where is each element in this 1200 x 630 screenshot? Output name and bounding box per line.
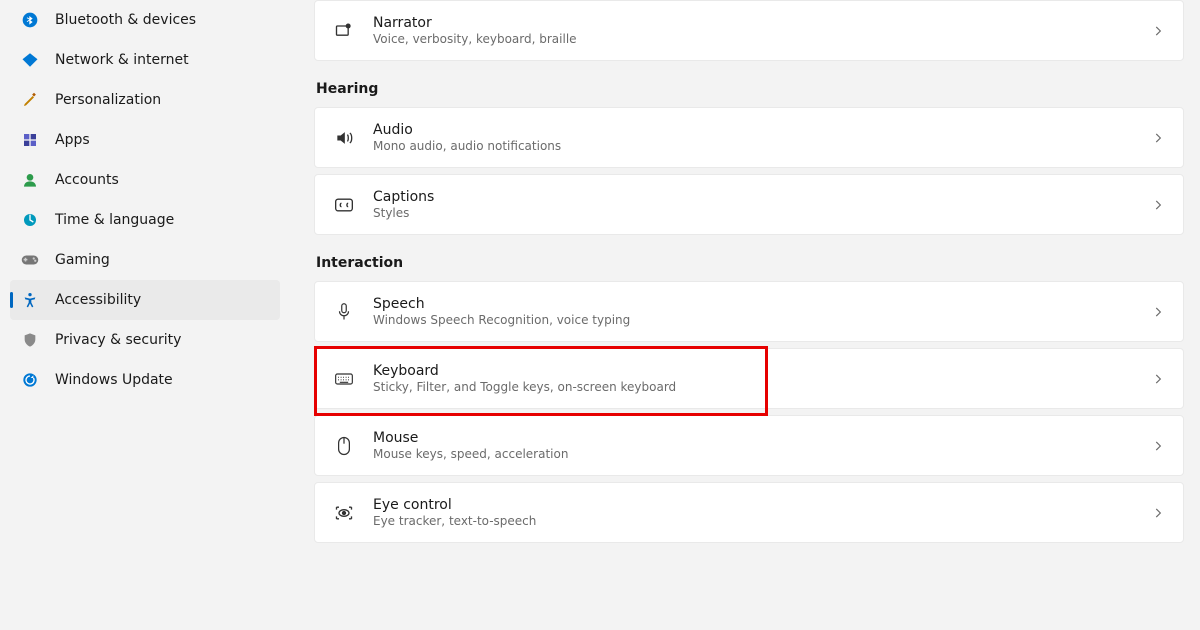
card-title: Speech	[373, 296, 1151, 312]
shield-icon	[20, 330, 40, 350]
card-text: Keyboard Sticky, Filter, and Toggle keys…	[373, 363, 1151, 394]
settings-item-eye-control[interactable]: Eye control Eye tracker, text-to-speech	[314, 482, 1184, 543]
sidebar-item-label: Accessibility	[55, 292, 141, 308]
card-text: Eye control Eye tracker, text-to-speech	[373, 497, 1151, 528]
sidebar-item-label: Bluetooth & devices	[55, 12, 196, 28]
bluetooth-icon	[20, 10, 40, 30]
sidebar: Bluetooth & devices Network & internet P…	[0, 0, 290, 630]
card-text: Narrator Voice, verbosity, keyboard, bra…	[373, 15, 1151, 46]
apps-icon	[20, 130, 40, 150]
person-icon	[20, 170, 40, 190]
card-subtitle: Windows Speech Recognition, voice typing	[373, 313, 1151, 327]
section-header-interaction: Interaction	[316, 255, 1184, 271]
card-title: Captions	[373, 189, 1151, 205]
sidebar-item-privacy[interactable]: Privacy & security	[10, 320, 280, 360]
chevron-right-icon	[1151, 439, 1165, 453]
sidebar-item-label: Apps	[55, 132, 90, 148]
update-icon	[20, 370, 40, 390]
card-subtitle: Eye tracker, text-to-speech	[373, 514, 1151, 528]
card-text: Captions Styles	[373, 189, 1151, 220]
settings-item-mouse[interactable]: Mouse Mouse keys, speed, acceleration	[314, 415, 1184, 476]
sidebar-item-label: Personalization	[55, 92, 161, 108]
chevron-right-icon	[1151, 198, 1165, 212]
sidebar-item-gaming[interactable]: Gaming	[10, 240, 280, 280]
card-title: Narrator	[373, 15, 1151, 31]
highlighted-wrap: Keyboard Sticky, Filter, and Toggle keys…	[314, 348, 1184, 409]
card-title: Keyboard	[373, 363, 1151, 379]
chevron-right-icon	[1151, 305, 1165, 319]
narrator-icon	[333, 20, 355, 42]
settings-item-narrator[interactable]: Narrator Voice, verbosity, keyboard, bra…	[314, 0, 1184, 61]
sidebar-item-personalization[interactable]: Personalization	[10, 80, 280, 120]
card-title: Audio	[373, 122, 1151, 138]
sidebar-item-label: Time & language	[55, 212, 174, 228]
sidebar-item-windows-update[interactable]: Windows Update	[10, 360, 280, 400]
globe-clock-icon	[20, 210, 40, 230]
sidebar-item-label: Windows Update	[55, 372, 173, 388]
sidebar-item-time-language[interactable]: Time & language	[10, 200, 280, 240]
card-subtitle: Sticky, Filter, and Toggle keys, on-scre…	[373, 380, 1151, 394]
card-subtitle: Mono audio, audio notifications	[373, 139, 1151, 153]
card-subtitle: Voice, verbosity, keyboard, braille	[373, 32, 1151, 46]
sidebar-item-accounts[interactable]: Accounts	[10, 160, 280, 200]
settings-item-audio[interactable]: Audio Mono audio, audio notifications	[314, 107, 1184, 168]
section-header-hearing: Hearing	[316, 81, 1184, 97]
chevron-right-icon	[1151, 506, 1165, 520]
chevron-right-icon	[1151, 131, 1165, 145]
sidebar-item-bluetooth[interactable]: Bluetooth & devices	[10, 0, 280, 40]
chevron-right-icon	[1151, 24, 1165, 38]
mouse-icon	[333, 435, 355, 457]
sidebar-item-network[interactable]: Network & internet	[10, 40, 280, 80]
settings-item-keyboard[interactable]: Keyboard Sticky, Filter, and Toggle keys…	[314, 348, 1184, 409]
card-title: Mouse	[373, 430, 1151, 446]
sidebar-item-label: Accounts	[55, 172, 119, 188]
sidebar-item-apps[interactable]: Apps	[10, 120, 280, 160]
captions-icon	[333, 194, 355, 216]
wifi-icon	[20, 50, 40, 70]
eye-icon	[333, 502, 355, 524]
paintbrush-icon	[20, 90, 40, 110]
card-text: Speech Windows Speech Recognition, voice…	[373, 296, 1151, 327]
speaker-icon	[333, 127, 355, 149]
microphone-icon	[333, 301, 355, 323]
card-subtitle: Mouse keys, speed, acceleration	[373, 447, 1151, 461]
settings-item-captions[interactable]: Captions Styles	[314, 174, 1184, 235]
keyboard-icon	[333, 368, 355, 390]
sidebar-item-label: Gaming	[55, 252, 110, 268]
gamepad-icon	[20, 250, 40, 270]
card-text: Mouse Mouse keys, speed, acceleration	[373, 430, 1151, 461]
card-title: Eye control	[373, 497, 1151, 513]
main-panel: Narrator Voice, verbosity, keyboard, bra…	[290, 0, 1200, 630]
accessibility-icon	[20, 290, 40, 310]
card-subtitle: Styles	[373, 206, 1151, 220]
sidebar-item-accessibility[interactable]: Accessibility	[10, 280, 280, 320]
sidebar-item-label: Network & internet	[55, 52, 189, 68]
chevron-right-icon	[1151, 372, 1165, 386]
settings-item-speech[interactable]: Speech Windows Speech Recognition, voice…	[314, 281, 1184, 342]
sidebar-item-label: Privacy & security	[55, 332, 181, 348]
card-text: Audio Mono audio, audio notifications	[373, 122, 1151, 153]
